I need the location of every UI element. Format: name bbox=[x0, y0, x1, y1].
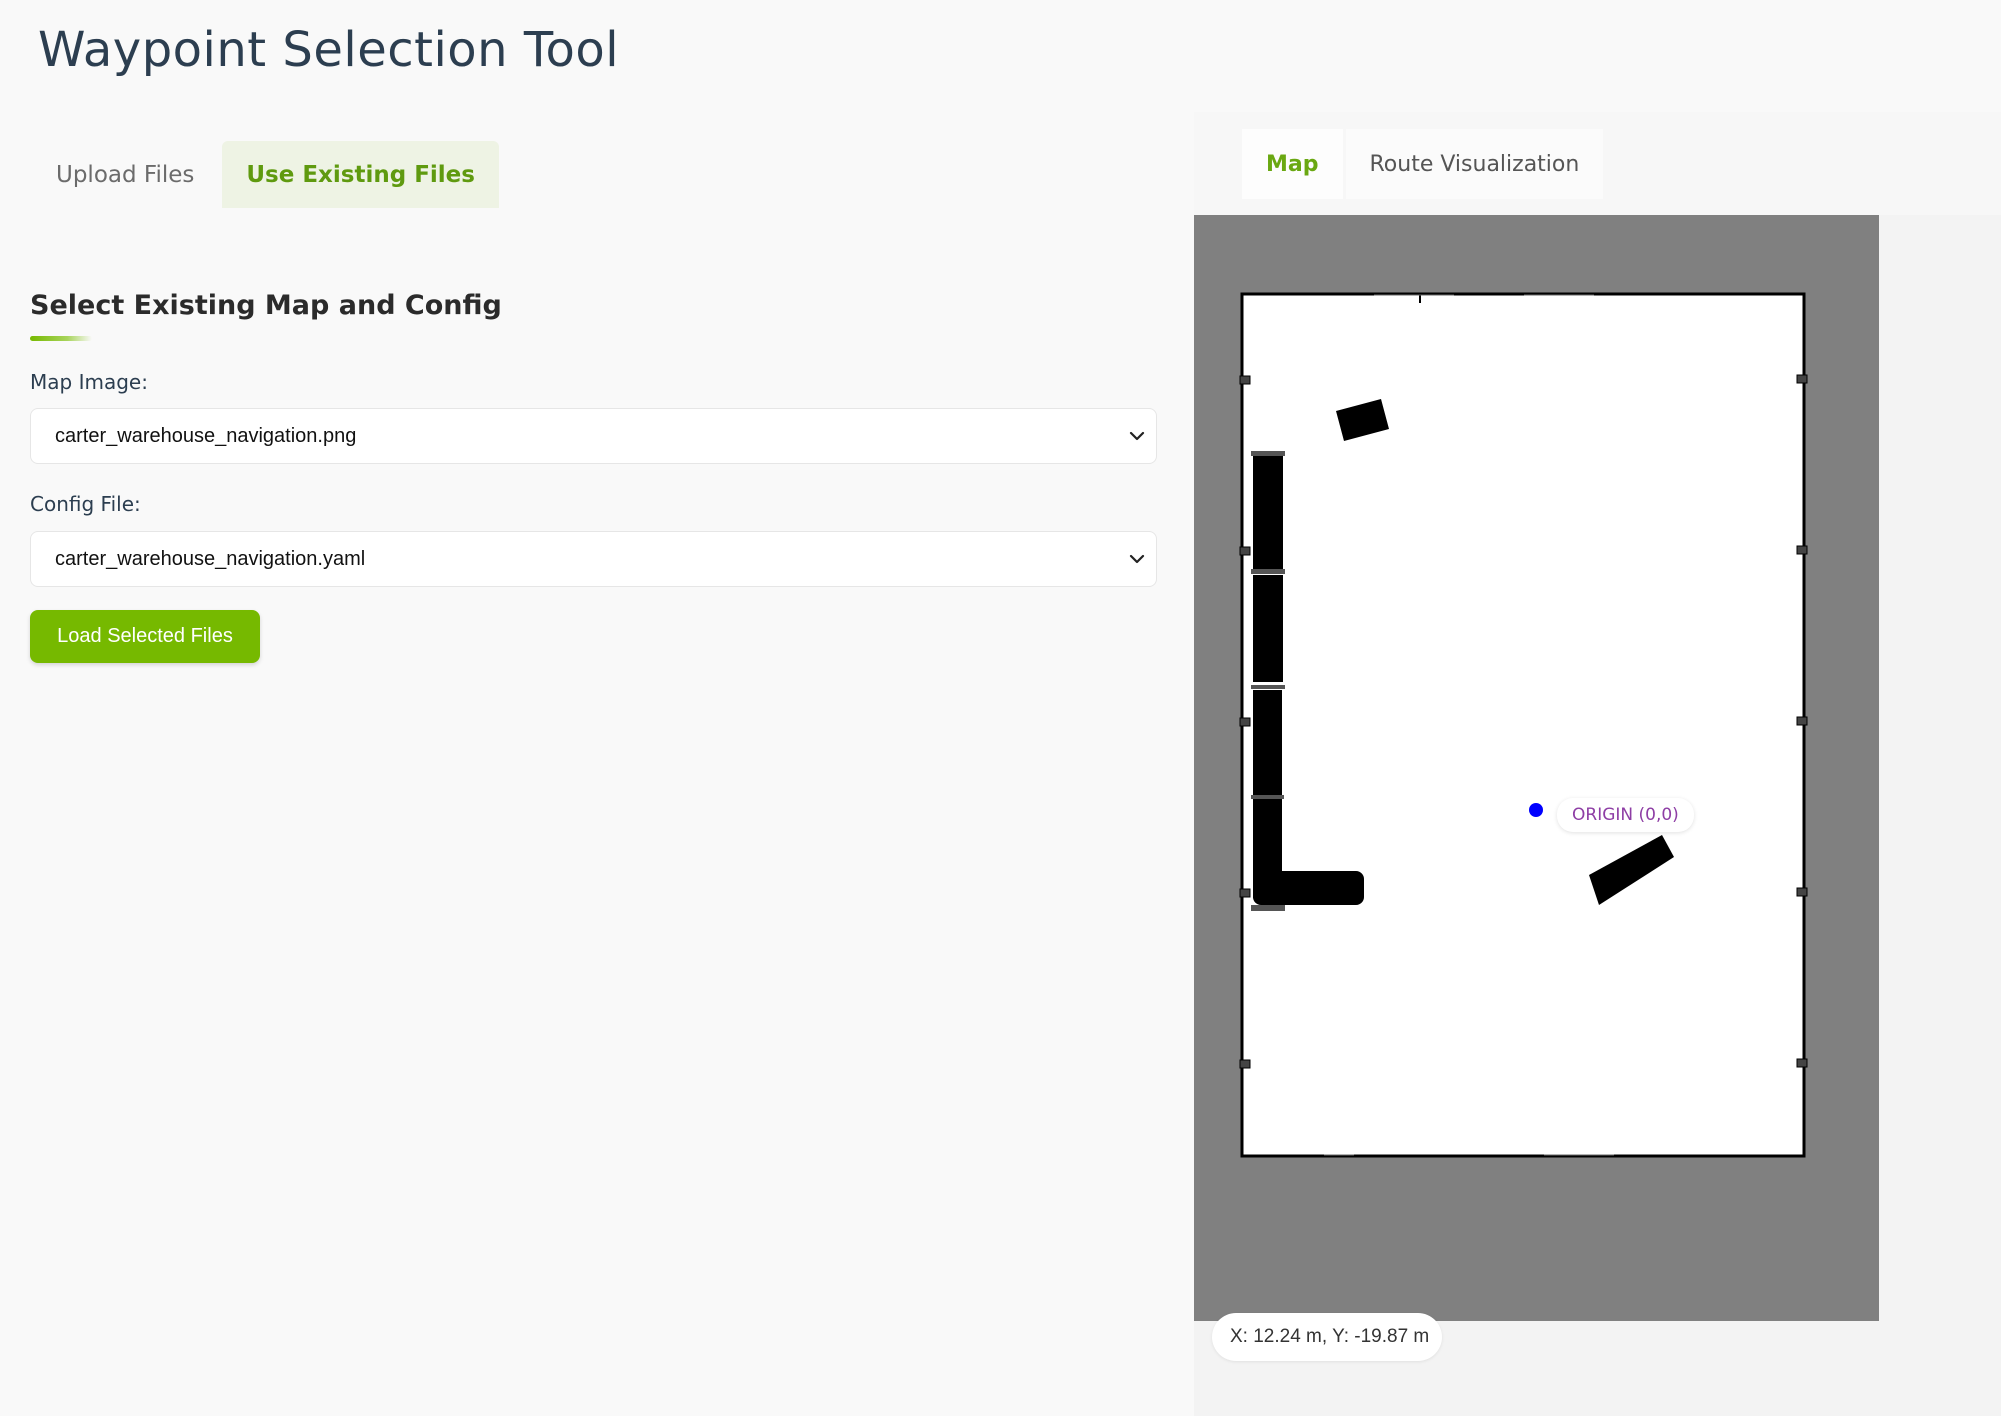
map-free-space bbox=[1240, 292, 1806, 1158]
config-file-label: Config File: bbox=[30, 492, 141, 516]
coordinate-readout: X: 12.24 m, Y: -19.87 m bbox=[1212, 1313, 1442, 1361]
config-file-selected-value: carter_warehouse_navigation.yaml bbox=[55, 547, 366, 570]
chevron-down-icon bbox=[1129, 431, 1145, 441]
tab-map[interactable]: Map bbox=[1242, 129, 1343, 199]
origin-label: ORIGIN (0,0) bbox=[1557, 798, 1694, 832]
occupancy-map[interactable] bbox=[1194, 215, 1879, 1321]
tab-use-existing-files[interactable]: Use Existing Files bbox=[222, 141, 499, 208]
map-view-tabs: Map Route Visualization bbox=[1242, 129, 1606, 199]
chevron-down-icon bbox=[1129, 554, 1145, 564]
map-canvas[interactable] bbox=[1194, 215, 1879, 1321]
heading-underline bbox=[30, 336, 92, 341]
map-tabbar: Map Route Visualization bbox=[1194, 112, 2001, 215]
tab-upload-files[interactable]: Upload Files bbox=[32, 141, 218, 208]
section-heading: Select Existing Map and Config bbox=[30, 290, 502, 321]
page-title: Waypoint Selection Tool bbox=[38, 22, 620, 78]
map-image-select[interactable]: carter_warehouse_navigation.png bbox=[30, 408, 1157, 464]
origin-marker bbox=[1529, 803, 1543, 817]
map-image-label: Map Image: bbox=[30, 370, 148, 394]
page: Waypoint Selection Tool Upload Files Use… bbox=[0, 0, 2001, 1416]
load-selected-files-button[interactable]: Load Selected Files bbox=[30, 610, 260, 663]
config-file-select[interactable]: carter_warehouse_navigation.yaml bbox=[30, 531, 1157, 587]
map-image-selected-value: carter_warehouse_navigation.png bbox=[55, 424, 357, 447]
file-source-tabs: Upload Files Use Existing Files bbox=[32, 141, 499, 208]
tab-route-visualization[interactable]: Route Visualization bbox=[1345, 129, 1604, 199]
